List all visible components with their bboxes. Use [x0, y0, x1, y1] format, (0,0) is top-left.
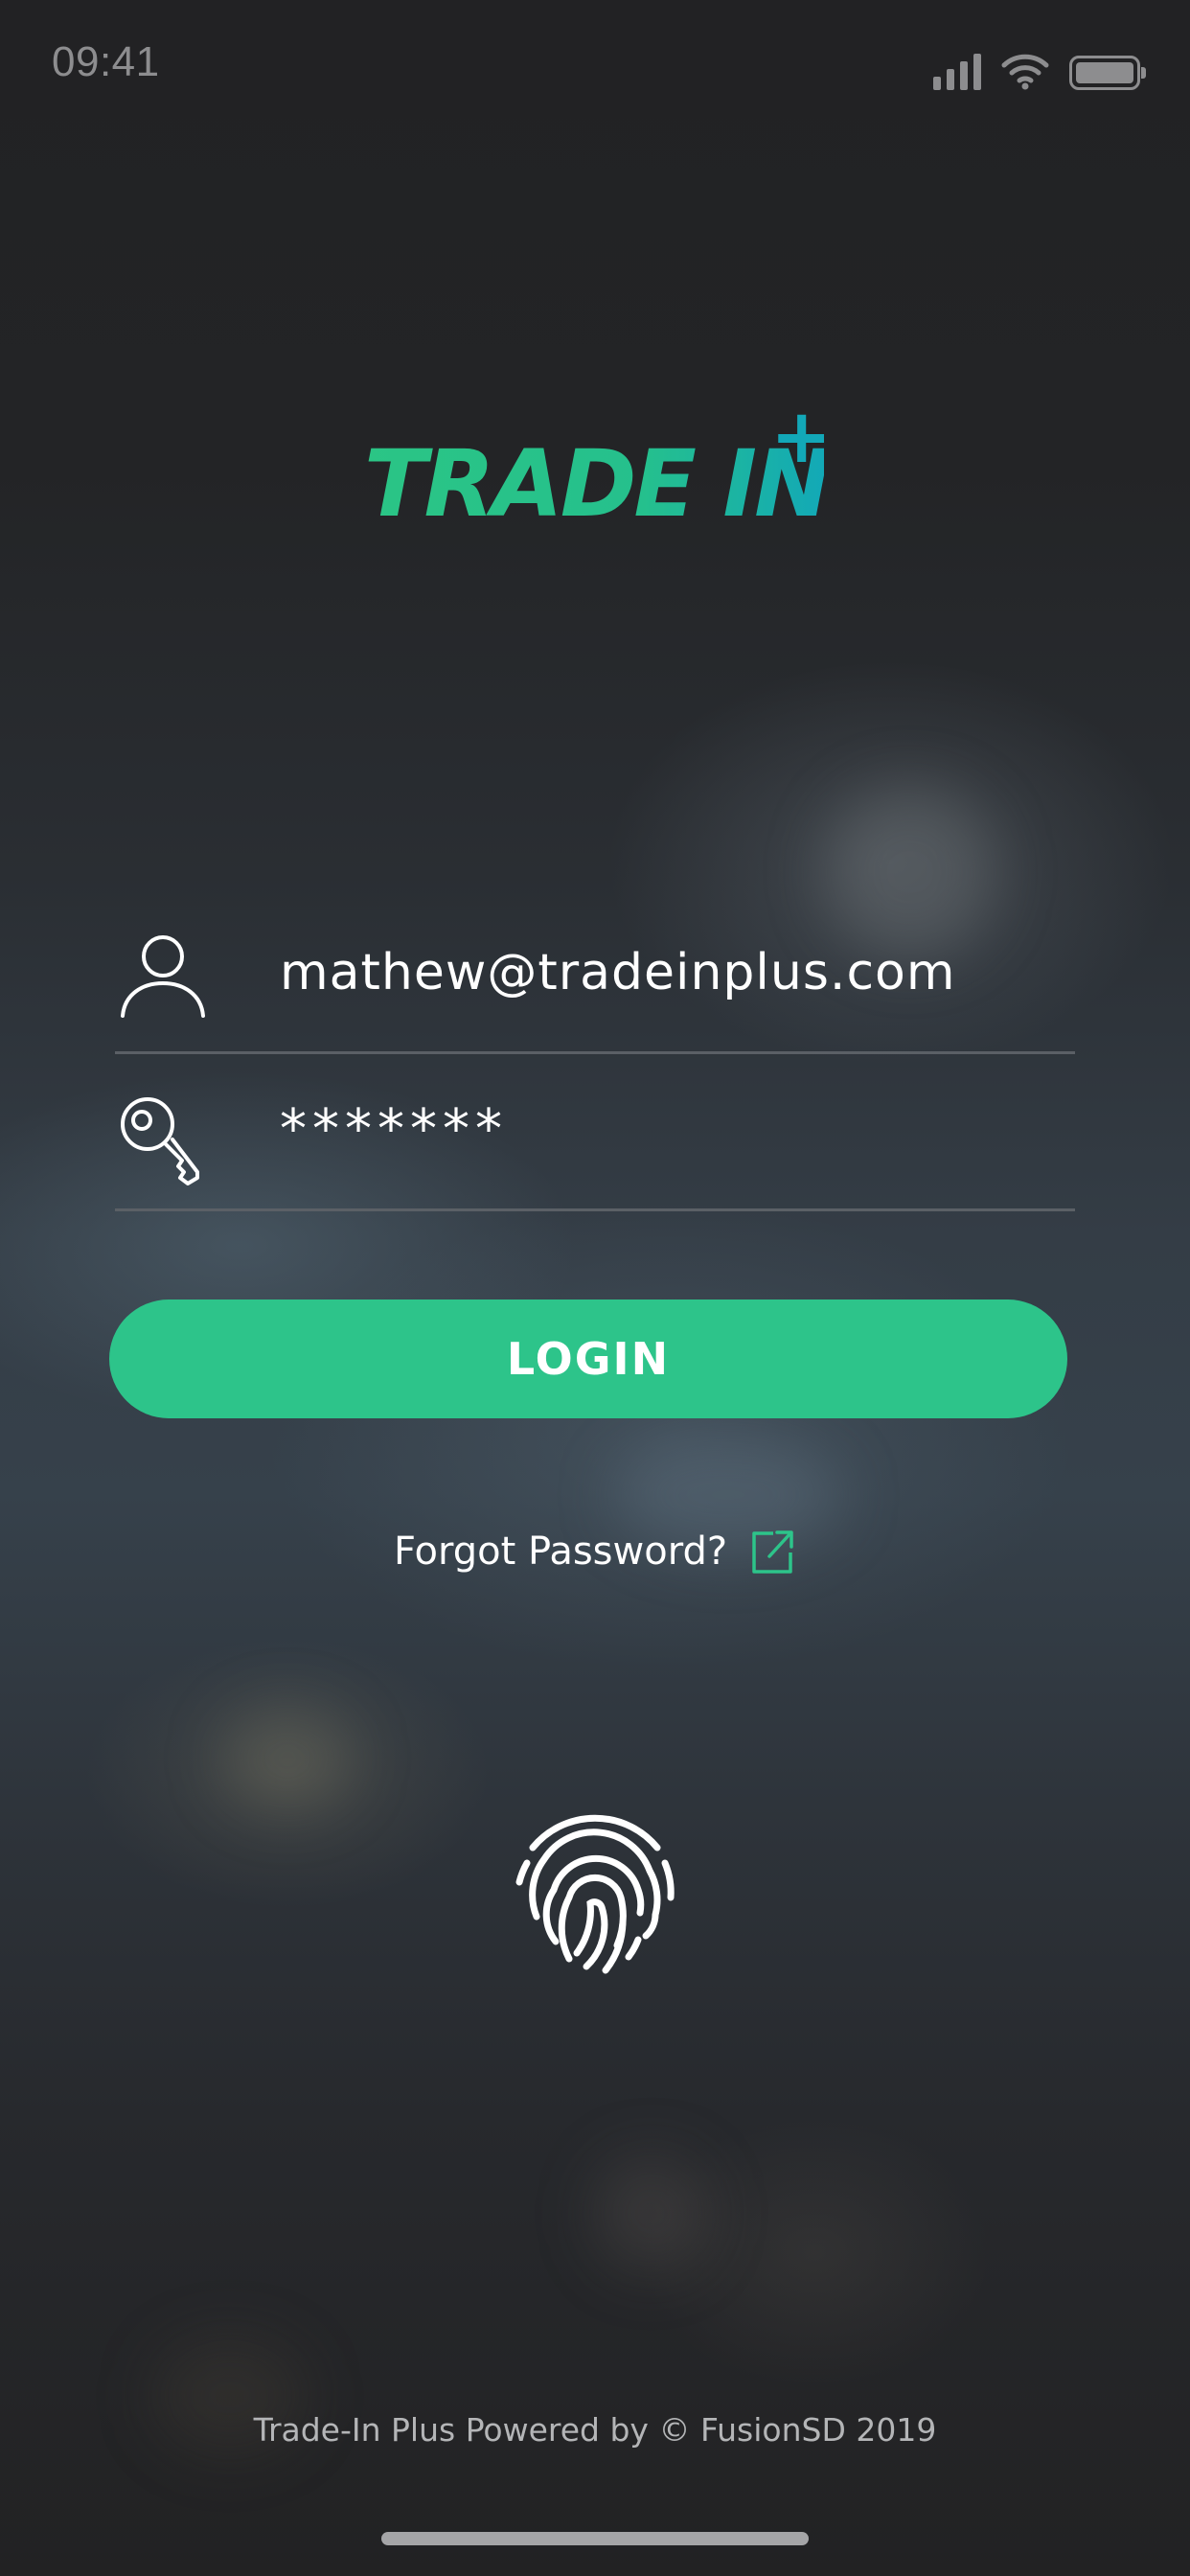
key-icon — [121, 1097, 199, 1185]
logo-plus: + — [770, 402, 824, 480]
user-icon — [121, 935, 205, 1018]
status-icons — [933, 46, 1146, 90]
battery-icon — [1069, 56, 1146, 90]
logo-text: TRADE IN — [364, 430, 824, 527]
wifi-icon — [1001, 54, 1049, 90]
password-field[interactable]: ******* — [115, 1058, 1075, 1211]
login-screen: 09:41 TRADE IN + mathew@tradeinplus.com … — [0, 0, 1190, 2576]
home-indicator[interactable] — [381, 2532, 809, 2545]
external-link-icon[interactable] — [748, 1528, 796, 1576]
trade-in-logo: TRADE IN + — [364, 402, 824, 527]
signal-icon — [933, 52, 981, 90]
forgot-password-link[interactable]: Forgot Password? — [0, 1528, 1190, 1576]
password-input[interactable]: ******* — [280, 1098, 1046, 1161]
status-time: 09:41 — [52, 38, 160, 85]
email-input[interactable] — [280, 944, 1046, 1001]
login-button[interactable]: LOGIN — [109, 1300, 1067, 1418]
footer-copyright: Trade-In Plus Powered by © FusionSD 2019 — [253, 2411, 937, 2449]
email-field[interactable] — [115, 901, 1075, 1054]
fingerprint-icon[interactable] — [506, 1802, 684, 1980]
background-blur — [220, 1706, 355, 1811]
background-blur — [594, 2156, 709, 2271]
forgot-password-label[interactable]: Forgot Password? — [394, 1530, 727, 1574]
